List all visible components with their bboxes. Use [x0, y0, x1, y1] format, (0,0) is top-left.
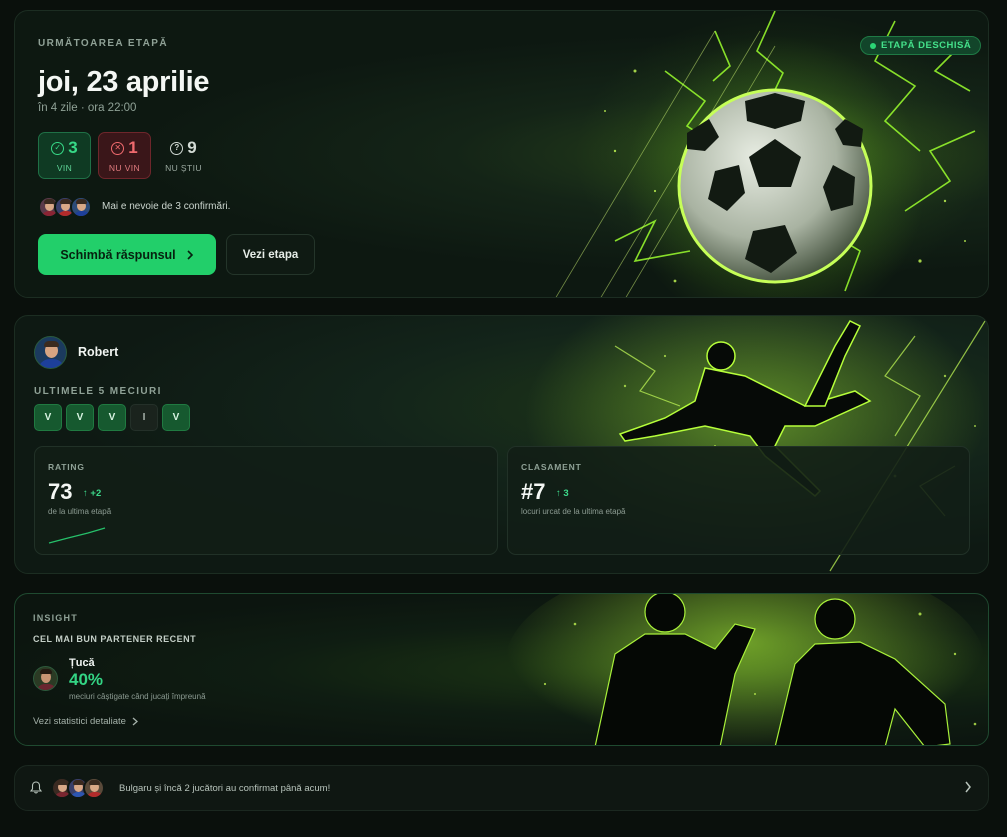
confirmation-notification[interactable]: Bulgaru și încă 2 jucători au confirmat …	[14, 765, 989, 811]
arrow-up-icon: ↑	[556, 488, 561, 499]
stat-nu-stiu[interactable]: ? 9 NU ȘTIU	[157, 132, 210, 179]
recent-form-row: V V V I V	[34, 404, 190, 431]
ranking-panel: CLASAMENT #7 ↑ 3 locuri urcat de la ulti…	[507, 446, 970, 555]
detailed-stats-link[interactable]: Vezi statistici detaliate	[33, 716, 138, 727]
confirmations-needed-text: Mai e nevoie de 3 confirmări.	[102, 201, 231, 212]
rating-value: 73	[48, 479, 73, 504]
rating-delta-value: +2	[90, 488, 102, 499]
players-silhouette-art	[505, 594, 985, 745]
player-card: Robert ULTIMELE 5 MECIURI V V V I V RATI…	[14, 315, 989, 574]
detailed-stats-label: Vezi statistici detaliate	[33, 716, 126, 727]
ranking-delta-value: 3	[563, 488, 569, 499]
round-status-label: ETAPĂ DESCHISĂ	[881, 40, 972, 51]
stat-nu-stiu-label: NU ȘTIU	[165, 163, 202, 173]
rating-overline: RATING	[48, 462, 85, 472]
status-dot-icon	[870, 42, 876, 49]
form-result-chip: V	[66, 404, 94, 431]
next-round-card: URMĂTOAREA ETAPĂ joi, 23 aprilie în 4 zi…	[14, 10, 989, 298]
bell-icon	[30, 781, 42, 794]
chevron-right-icon	[187, 249, 193, 260]
partner-name: Țucă	[69, 657, 95, 669]
next-round-overline: URMĂTOAREA ETAPĂ	[38, 38, 168, 49]
ranking-note: locuri urcat de la ultima etapă	[521, 507, 626, 516]
partner-note: meciuri câștigate când jucați împreună	[69, 692, 206, 701]
arrow-up-icon: ↑	[83, 488, 88, 499]
chevron-right-icon	[132, 717, 138, 726]
insight-heading: CEL MAI BUN PARTENER RECENT	[33, 634, 197, 644]
rating-note: de la ultima etapă	[48, 507, 112, 516]
avatar	[70, 196, 92, 218]
ranking-value: #7	[521, 479, 546, 504]
player-avatar[interactable]	[34, 336, 67, 369]
partner-avatar[interactable]	[33, 666, 58, 691]
change-answer-label: Schimbă răspunsul	[60, 247, 176, 262]
ranking-overline: CLASAMENT	[521, 462, 582, 472]
rating-panel: RATING 73 ↑ +2 de la ultima etapă	[34, 446, 498, 555]
round-status-badge: ETAPĂ DESCHISĂ	[860, 36, 982, 55]
form-result-chip: I	[130, 404, 158, 431]
stat-vin-label: VIN	[56, 163, 73, 173]
stat-nu-vin-value: 1	[128, 138, 138, 157]
confirmed-avatars	[38, 196, 92, 218]
player-name: Robert	[78, 345, 119, 359]
check-circle-icon: ✓	[51, 141, 65, 155]
question-circle-icon: ?	[170, 141, 184, 155]
confirmed-avatars	[51, 777, 105, 799]
next-round-subtitle: în 4 zile · ora 22:00	[38, 102, 137, 114]
avatar	[83, 777, 105, 799]
next-round-date: joi, 23 aprilie	[38, 66, 210, 98]
insight-card: INSIGHT CEL MAI BUN PARTENER RECENT Țucă…	[14, 593, 989, 746]
recent-form-overline: ULTIMELE 5 MECIURI	[34, 386, 162, 397]
x-circle-icon: ✕	[111, 141, 125, 155]
insight-overline: INSIGHT	[33, 613, 78, 623]
notification-text: Bulgaru și încă 2 jucători au confirmat …	[119, 783, 331, 794]
rating-sparkline	[48, 527, 106, 544]
stat-nu-stiu-value: 9	[187, 138, 197, 157]
chevron-right-icon	[965, 781, 971, 793]
view-round-button[interactable]: Vezi etapa	[226, 234, 315, 275]
change-answer-button[interactable]: Schimbă răspunsul	[38, 234, 216, 275]
stat-nu-vin[interactable]: ✕ 1 NU VIN	[98, 132, 151, 179]
rating-delta: ↑ +2	[83, 488, 101, 499]
stat-nu-vin-label: NU VIN	[108, 163, 141, 173]
form-result-chip: V	[98, 404, 126, 431]
form-result-chip: V	[162, 404, 190, 431]
ranking-delta: ↑ 3	[556, 488, 569, 499]
form-result-chip: V	[34, 404, 62, 431]
stat-vin-value: 3	[68, 138, 78, 157]
partner-win-percentage: 40%	[69, 670, 104, 689]
stat-vin[interactable]: ✓ 3 VIN	[38, 132, 91, 179]
